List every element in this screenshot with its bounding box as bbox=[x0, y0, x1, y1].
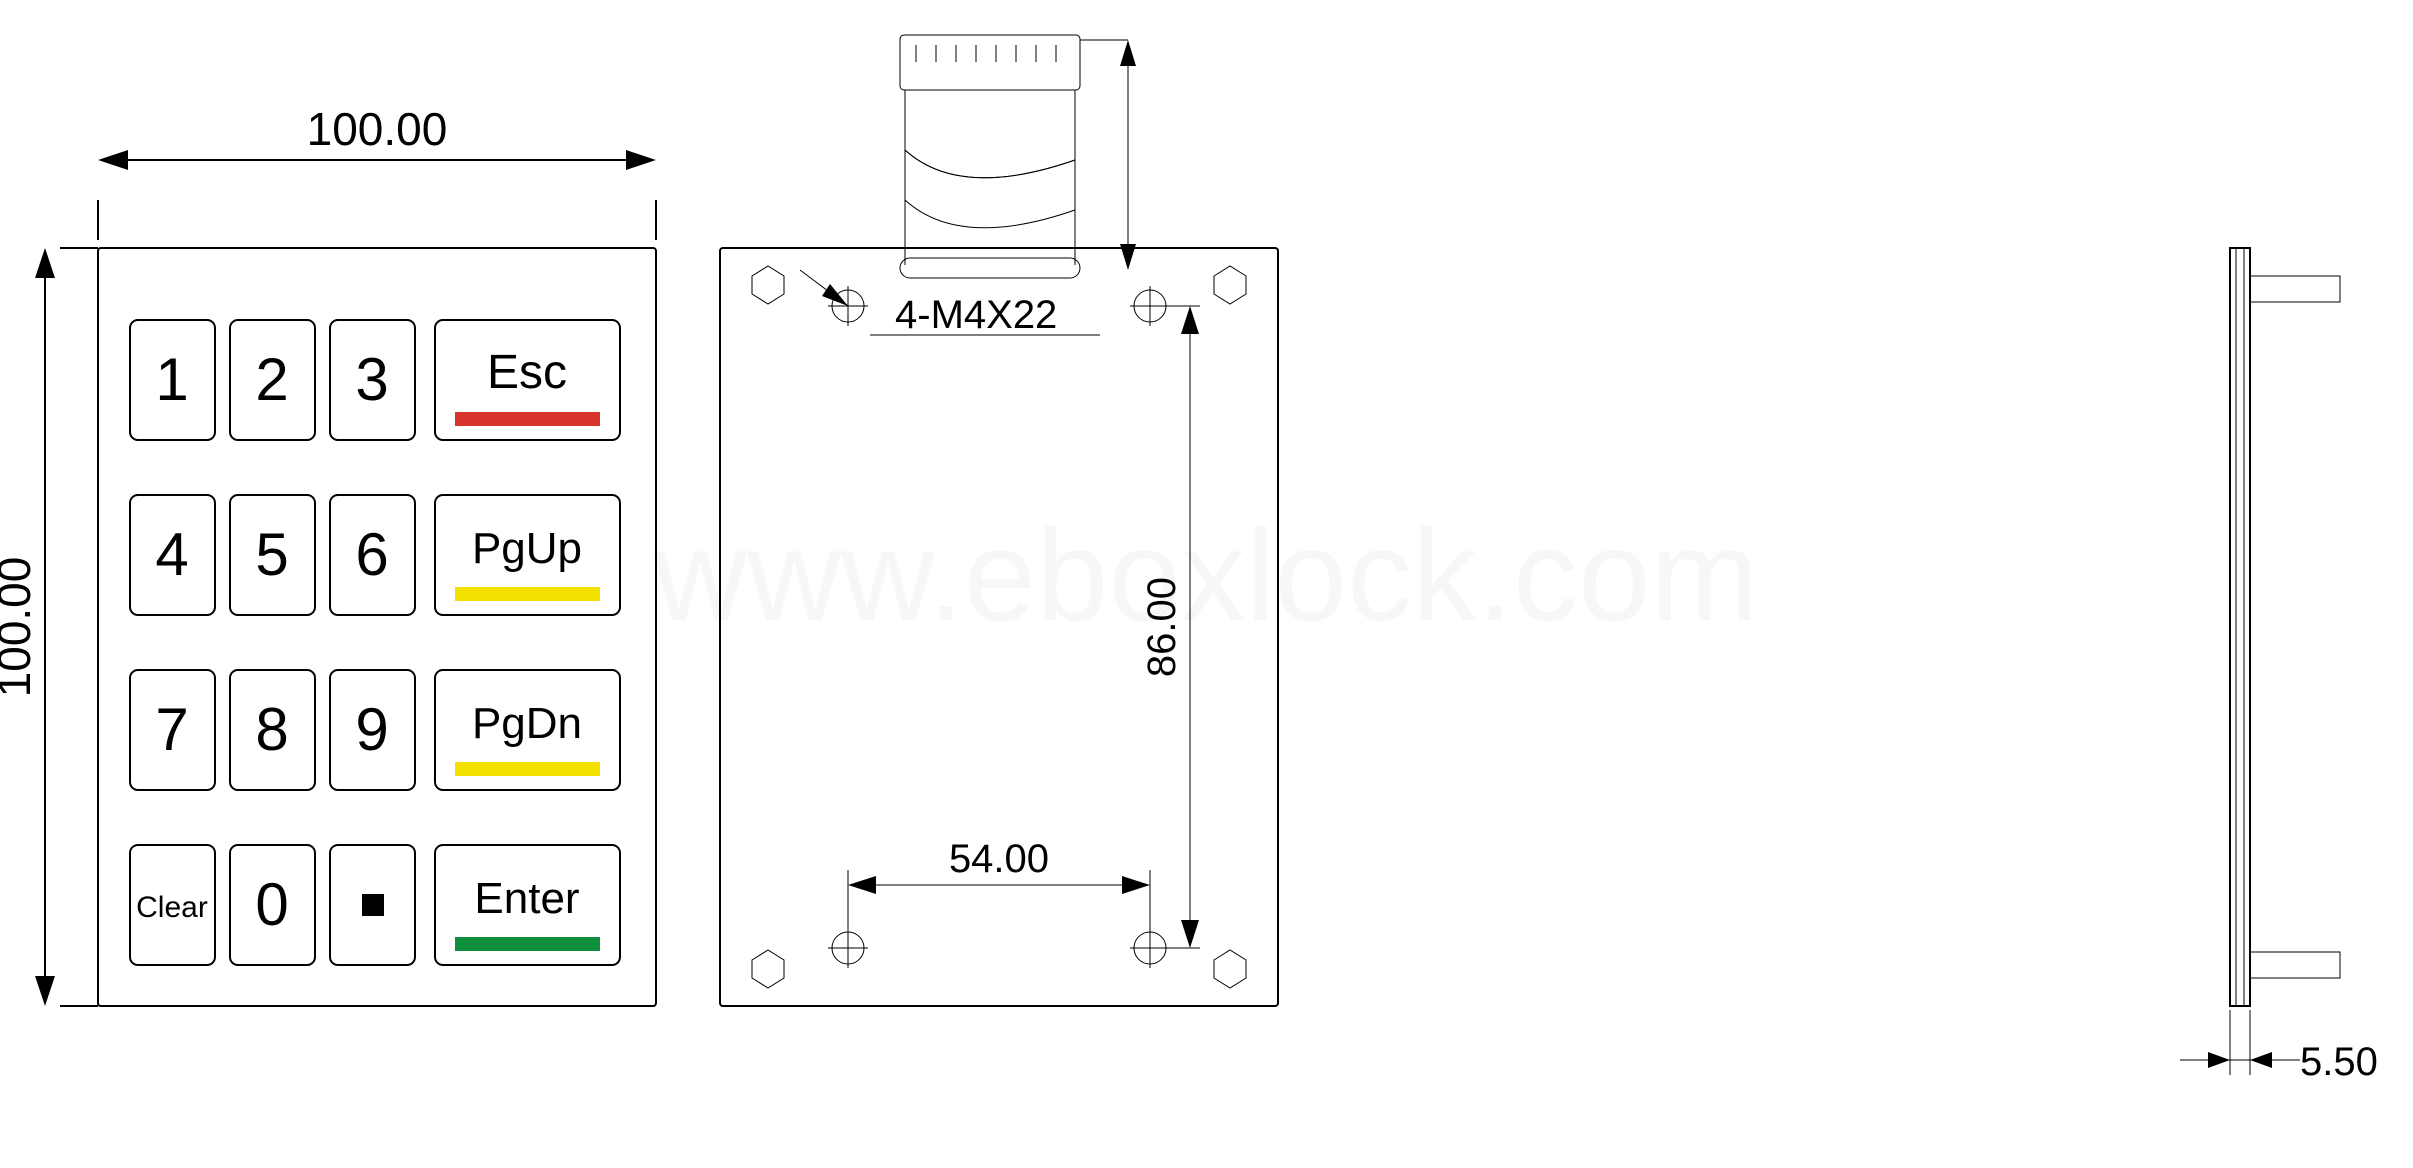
key-dot bbox=[362, 894, 384, 916]
dim-back-hole-h: 54.00 bbox=[848, 837, 1150, 948]
stripe-enter bbox=[455, 937, 600, 951]
key-pgup: PgUp bbox=[472, 524, 582, 573]
key-4: 4 bbox=[155, 521, 188, 588]
screw-spec: 4-M4X22 bbox=[895, 293, 1057, 337]
key-2: 2 bbox=[255, 346, 288, 413]
dim-left-height-value: 100.00 bbox=[0, 557, 40, 698]
key-enter: Enter bbox=[474, 874, 579, 923]
key-5: 5 bbox=[255, 521, 288, 588]
keypad: 1 2 3 Esc 4 5 6 PgUp 7 8 9 PgDn Clear 0 bbox=[130, 320, 620, 965]
key-3: 3 bbox=[355, 346, 388, 413]
key-esc: Esc bbox=[487, 346, 567, 399]
key-9: 9 bbox=[355, 696, 388, 763]
watermark-text: www.eboxlock.com bbox=[652, 502, 1758, 648]
key-clear: Clear bbox=[136, 891, 208, 924]
key-0: 0 bbox=[255, 871, 288, 938]
stripe-pgup bbox=[455, 587, 600, 601]
dim-top-width-value: 100.00 bbox=[307, 103, 448, 155]
key-6: 6 bbox=[355, 521, 388, 588]
side-view: 5.50 bbox=[2180, 248, 2378, 1084]
dim-left-height: 100.00 bbox=[0, 248, 98, 1006]
dim-side-depth-value: 5.50 bbox=[2300, 1040, 2378, 1084]
screw-spec-leader: 4-M4X22 bbox=[800, 270, 1100, 337]
key-1: 1 bbox=[155, 346, 188, 413]
key-7: 7 bbox=[155, 696, 188, 763]
key-pgdn: PgDn bbox=[472, 699, 582, 748]
dim-side-depth: 5.50 bbox=[2180, 1010, 2378, 1084]
key-8: 8 bbox=[255, 696, 288, 763]
cable-extension-dim bbox=[1080, 40, 1136, 270]
stripe-pgdn bbox=[455, 762, 600, 776]
dim-back-hole-v-value: 86.00 bbox=[1140, 577, 1184, 677]
dim-back-hole-h-value: 54.00 bbox=[949, 837, 1049, 881]
technical-drawing: www.eboxlock.com 100.00 100.00 1 2 3 Esc bbox=[0, 0, 2413, 1168]
dim-top-width: 100.00 bbox=[98, 103, 656, 240]
stripe-esc bbox=[455, 412, 600, 426]
